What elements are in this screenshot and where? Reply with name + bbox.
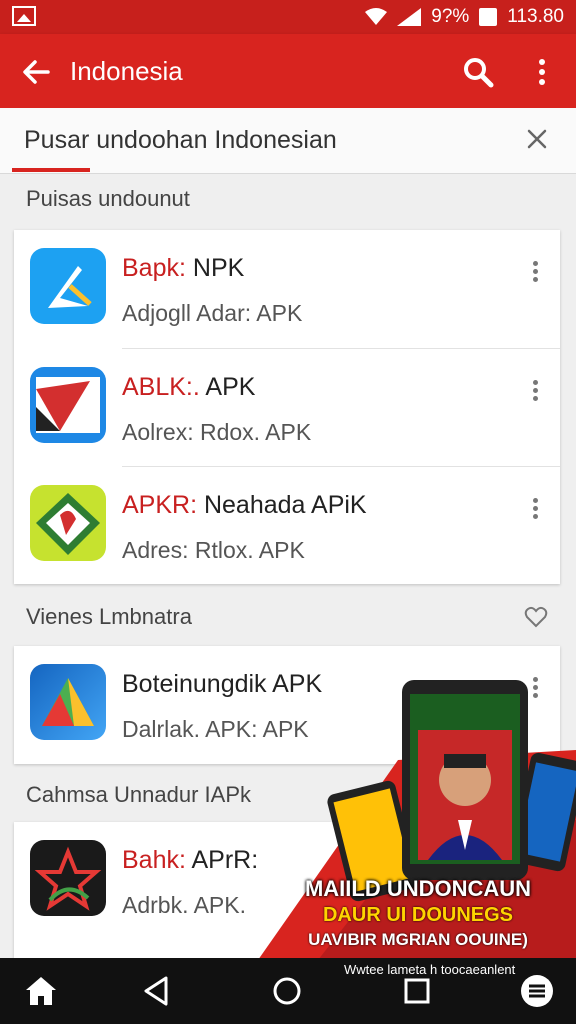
back-arrow-icon[interactable] [18,54,54,90]
page-title: Indonesia [70,56,183,86]
active-tab-indicator [12,168,90,172]
section-title: Vienes Lmbnatra [26,604,192,629]
app-name: APKR: Neahada APiK [122,491,367,519]
app-name: Bahk: APrR: [122,846,259,874]
status-bar: 9?% 113.80 [0,0,576,34]
app-name: ABLK:. APK [122,373,256,401]
star-dark-icon [30,840,106,916]
section-title: Puisas undounut [26,186,190,211]
app-name: Bapk: NPK [122,254,245,282]
navigation-bar: Wwtee lameta h toocaeanlent [0,958,576,1024]
promo-headline: MAIILD UNDONCAUN [304,876,532,901]
list-item[interactable]: ABLK:. APK Aolrex: Rdox. APK [30,348,560,466]
home-icon[interactable] [22,972,60,1010]
app-subtitle: Adrbk. APK. [122,892,247,918]
triangle-gradient-icon [30,664,106,740]
clock: 113.80 [507,6,564,27]
battery-percent: 9?% [431,6,470,27]
app-subtitle: Adjogll Adar: APK [122,300,303,326]
red-flag-icon [30,367,106,443]
menu-circle-icon[interactable] [518,972,556,1010]
item-menu-icon[interactable] [528,377,542,407]
heart-icon[interactable] [524,606,548,628]
wifi-icon [365,8,388,25]
blue-arrow-icon [30,248,106,324]
promo-tagline: UAVIBIR MGRIAN OOUINE) [308,930,528,949]
battery-icon [479,8,498,26]
list-item[interactable]: Bapk: NPK Adjogll Adar: APK [14,230,560,348]
signal-icon [397,8,422,26]
app-list-card: Bapk: NPK Adjogll Adar: APK ABLK:. APK A… [14,230,560,584]
overflow-menu-icon[interactable] [526,54,558,90]
home-circle-icon[interactable] [268,972,306,1010]
item-menu-icon[interactable] [528,495,542,525]
app-bar: Indonesia [0,34,576,108]
item-menu-icon[interactable] [528,258,542,288]
close-icon[interactable] [522,124,552,154]
search-bar[interactable]: Pusar undoohan Indonesian [0,108,576,174]
status-icons: 9?% 113.80 [365,6,564,28]
app-subtitle: Adres: Rtlox. APK [122,537,305,563]
app-subtitle: Aolrex: Rdox. APK [122,419,312,445]
green-leaf-icon [30,485,106,561]
notification-image-icon [12,6,36,26]
search-icon[interactable] [460,54,496,90]
search-query[interactable]: Pusar undoohan Indonesian [24,126,337,155]
promo-subheadline: DAUR UI DOUNEGS [322,904,513,926]
promo-banner[interactable]: MAIILD UNDONCAUN DAUR UI DOUNEGS UAVIBIR… [258,670,576,960]
section-title: Cahmsa Unnadur IAPk [26,782,251,807]
list-item[interactable]: APKR: Neahada APiK Adres: Rtlox. APK [30,466,560,584]
recents-square-icon[interactable] [398,972,436,1010]
back-triangle-icon[interactable] [138,972,176,1010]
